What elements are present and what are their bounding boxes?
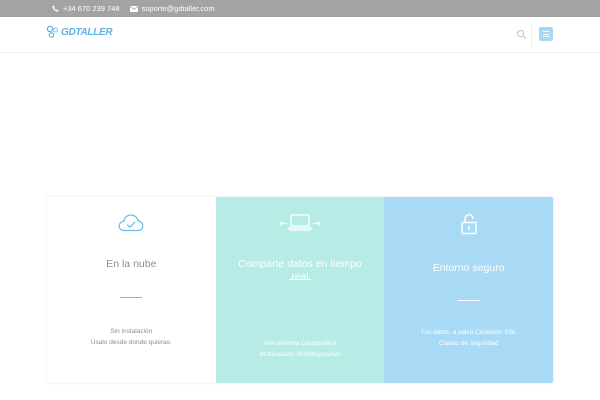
- feature-title: Comparte datos en tiempo real: [238, 258, 362, 283]
- hamburger-menu-icon[interactable]: [539, 27, 553, 41]
- phone-contact[interactable]: +34 670 239 748: [52, 4, 120, 13]
- phone-number: +34 670 239 748: [63, 4, 120, 13]
- gears-logo-icon: [46, 25, 59, 38]
- site-header: GDTALLER: [0, 17, 600, 53]
- laptop-sync-icon: [279, 214, 321, 231]
- feature-card-security: Entorno seguro Tus datos, a salvo Conexi…: [384, 197, 554, 383]
- padlock-icon: [460, 213, 477, 235]
- feature-description: Herramienta colaborativa Multiusuario Mu…: [259, 340, 341, 358]
- cloud-check-icon: [118, 214, 144, 232]
- feature-card-realtime: Comparte datos en tiempo real Herramient…: [215, 197, 385, 383]
- email-address: soporte@gdtaller.com: [141, 4, 215, 13]
- search-icon[interactable]: [516, 29, 527, 40]
- title-divider: [289, 279, 311, 280]
- top-info-bar: +34 670 239 748 soporte@gdtaller.com: [0, 0, 600, 17]
- envelope-icon: [129, 5, 138, 12]
- title-divider: [457, 300, 480, 301]
- logo-text: GDTALLER: [61, 26, 113, 38]
- feature-card-cloud: En la nube Sin instalación Úsalo desde d…: [47, 197, 216, 383]
- feature-description: Sin instalación Úsalo desde donde quiera…: [90, 328, 172, 346]
- title-divider: [120, 297, 143, 298]
- feature-title: En la nube: [106, 258, 157, 270]
- phone-icon: [52, 5, 59, 12]
- features-section: En la nube Sin instalación Úsalo desde d…: [47, 197, 554, 383]
- feature-description: Tus datos, a salvo Conexión SSL Copias d…: [420, 329, 517, 347]
- feature-title: Entorno seguro: [432, 262, 505, 274]
- email-contact[interactable]: soporte@gdtaller.com: [129, 4, 215, 13]
- header-divider: [531, 25, 532, 47]
- site-logo[interactable]: GDTALLER: [46, 25, 113, 39]
